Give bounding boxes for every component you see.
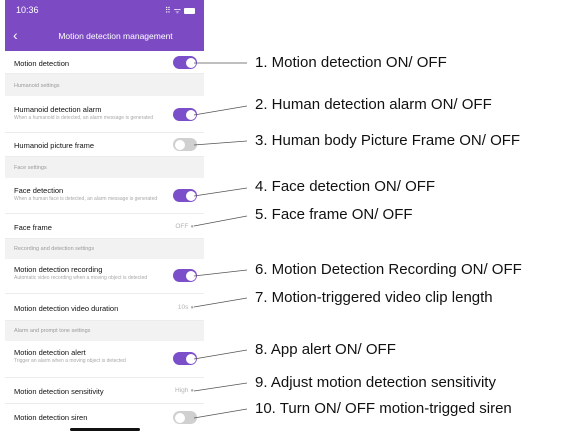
callout-7: 7. Motion-triggered video clip length	[255, 289, 493, 306]
leader-line-8	[193, 349, 248, 360]
leader-line-7	[193, 297, 248, 308]
callout-10: 10. Turn ON/ OFF motion-trigged siren	[255, 400, 512, 417]
callout-9: 9. Adjust motion detection sensitivity	[255, 374, 496, 391]
callout-3: 3. Human body Picture Frame ON/ OFF	[255, 132, 521, 149]
leader-line-2	[193, 105, 248, 116]
leader-line-10	[193, 408, 248, 419]
leader-line-4	[193, 187, 248, 197]
leader-line-6	[193, 269, 248, 277]
callout-1: 1. Motion detection ON/ OFF	[255, 54, 447, 71]
callout-4: 4. Face detection ON/ OFF	[255, 178, 436, 195]
callout-2: 2. Human detection alarm ON/ OFF	[255, 96, 492, 113]
callout-5: 5. Face frame ON/ OFF	[255, 206, 413, 223]
callout-8: 8. App alert ON/ OFF	[255, 341, 396, 358]
leader-line-5	[193, 215, 248, 227]
leader-line-3	[193, 140, 248, 146]
callout-6: 6. Motion Detection Recording ON/ OFF	[255, 261, 522, 278]
leader-line-9	[193, 382, 248, 392]
